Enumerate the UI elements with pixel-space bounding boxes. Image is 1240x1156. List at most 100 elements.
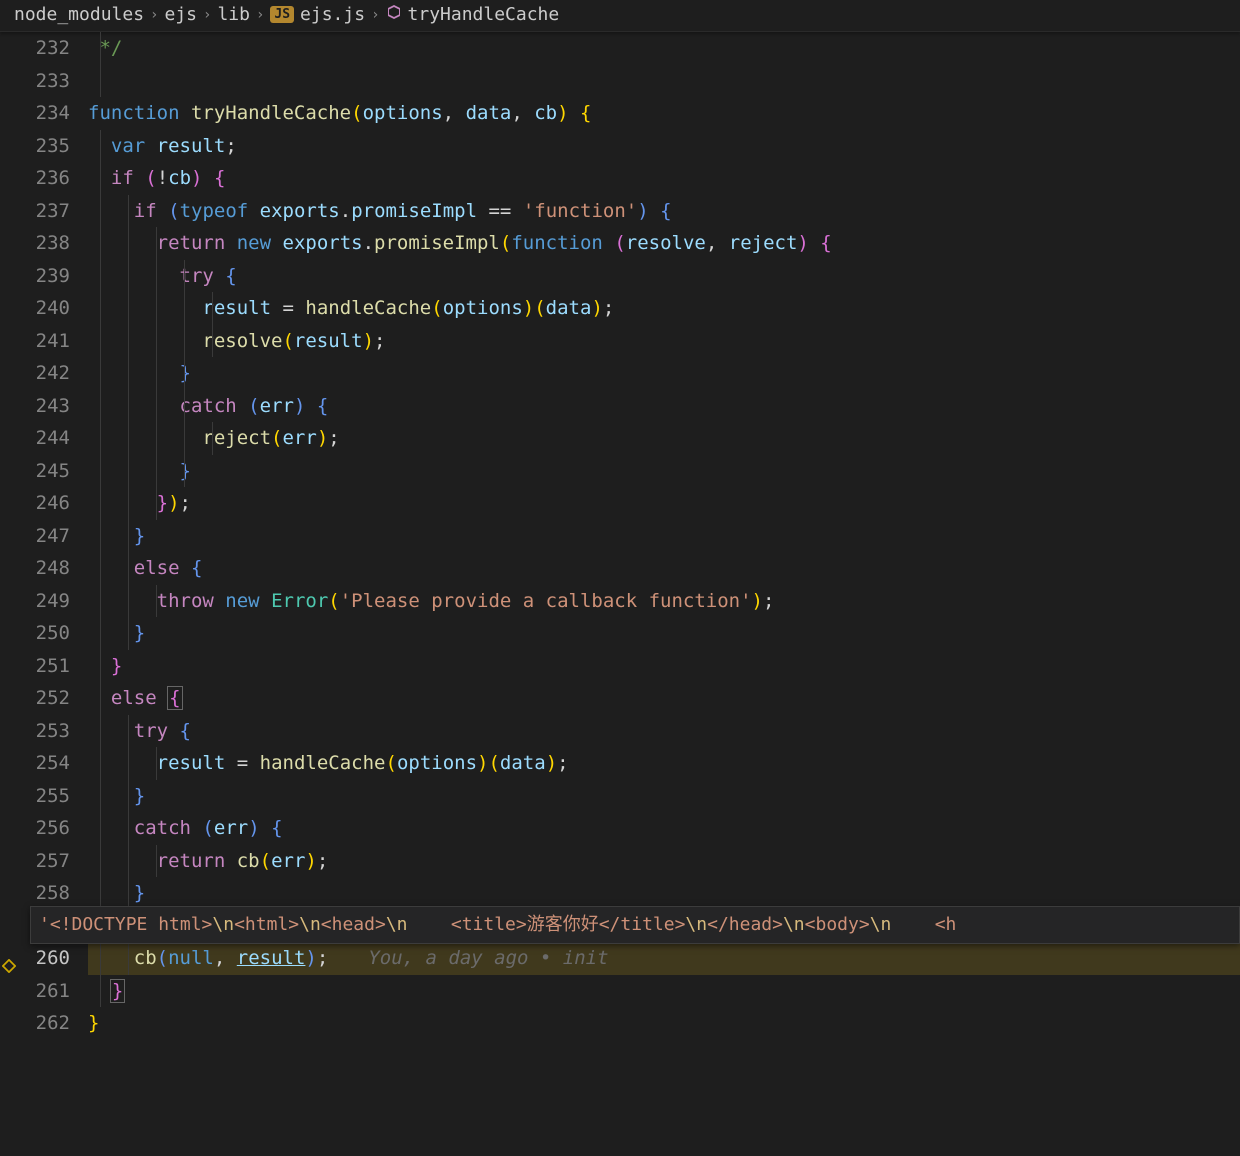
indent-guide: [100, 845, 101, 878]
line-number[interactable]: 239: [0, 260, 88, 293]
breadcrumb-part[interactable]: tryHandleCache: [408, 4, 560, 25]
code-line[interactable]: 238 return new exports.promiseImpl(funct…: [0, 227, 1240, 260]
line-number[interactable]: 236: [0, 162, 88, 195]
code-content[interactable]: });: [88, 487, 1240, 520]
code-line[interactable]: 234function tryHandleCache(options, data…: [0, 97, 1240, 130]
code-line[interactable]: 250 }: [0, 617, 1240, 650]
breadcrumb-part[interactable]: ejs: [164, 4, 197, 25]
breakpoint-icon[interactable]: [2, 951, 16, 965]
code-content[interactable]: else {: [88, 682, 1240, 715]
indent-guide: [100, 130, 101, 163]
line-number[interactable]: 253: [0, 715, 88, 748]
code-content[interactable]: result = handleCache(options)(data);: [88, 292, 1240, 325]
code-content[interactable]: }: [88, 617, 1240, 650]
line-number[interactable]: 240: [0, 292, 88, 325]
code-line[interactable]: 255 }: [0, 780, 1240, 813]
code-content[interactable]: try {: [88, 260, 1240, 293]
indent-guide: [156, 325, 157, 358]
code-line[interactable]: 233: [0, 65, 1240, 98]
code-content[interactable]: catch (err) {: [88, 812, 1240, 845]
line-number[interactable]: 234: [0, 97, 88, 130]
code-line[interactable]: 254 result = handleCache(options)(data);: [0, 747, 1240, 780]
code-line[interactable]: 251 }: [0, 650, 1240, 683]
code-editor[interactable]: 232 */233234function tryHandleCache(opti…: [0, 32, 1240, 1156]
code-content[interactable]: catch (err) {: [88, 390, 1240, 423]
code-line[interactable]: 260 cb(null, result);You, a day ago • in…: [0, 942, 1240, 975]
line-number[interactable]: 243: [0, 390, 88, 423]
code-content[interactable]: return cb(err);: [88, 845, 1240, 878]
code-content[interactable]: var result;: [88, 130, 1240, 163]
indent-guide: [184, 292, 185, 325]
code-line[interactable]: 237 if (typeof exports.promiseImpl == 'f…: [0, 195, 1240, 228]
line-number[interactable]: 257: [0, 845, 88, 878]
line-number[interactable]: 241: [0, 325, 88, 358]
code-line[interactable]: 232 */: [0, 32, 1240, 65]
code-line[interactable]: 240 result = handleCache(options)(data);: [0, 292, 1240, 325]
line-number[interactable]: 235: [0, 130, 88, 163]
code-line[interactable]: 248 else {: [0, 552, 1240, 585]
line-number[interactable]: 237: [0, 195, 88, 228]
code-content[interactable]: }: [88, 357, 1240, 390]
code-line[interactable]: 246 });: [0, 487, 1240, 520]
code-content[interactable]: try {: [88, 715, 1240, 748]
code-line[interactable]: 256 catch (err) {: [0, 812, 1240, 845]
code-content[interactable]: }: [88, 520, 1240, 553]
line-number[interactable]: 246: [0, 487, 88, 520]
line-number[interactable]: 254: [0, 747, 88, 780]
code-line[interactable]: 244 reject(err);: [0, 422, 1240, 455]
line-number[interactable]: 251: [0, 650, 88, 683]
line-number[interactable]: 238: [0, 227, 88, 260]
breadcrumb-part[interactable]: node_modules: [14, 4, 144, 25]
code-line[interactable]: 245 }: [0, 455, 1240, 488]
line-number[interactable]: 250: [0, 617, 88, 650]
code-line[interactable]: 253 try {: [0, 715, 1240, 748]
line-number[interactable]: 261: [0, 975, 88, 1008]
code-line[interactable]: 239 try {: [0, 260, 1240, 293]
code-content[interactable]: */: [88, 32, 1240, 65]
indent-guide: [100, 942, 101, 975]
code-line[interactable]: 261 }: [0, 975, 1240, 1008]
code-content[interactable]: if (typeof exports.promiseImpl == 'funct…: [88, 195, 1240, 228]
line-number[interactable]: 245: [0, 455, 88, 488]
code-content[interactable]: else {: [88, 552, 1240, 585]
line-number[interactable]: 256: [0, 812, 88, 845]
code-line[interactable]: 242 }: [0, 357, 1240, 390]
code-content[interactable]: resolve(result);: [88, 325, 1240, 358]
code-line[interactable]: 236 if (!cb) {: [0, 162, 1240, 195]
code-content[interactable]: }: [88, 975, 1240, 1008]
code-line[interactable]: 252 else {: [0, 682, 1240, 715]
line-number[interactable]: 248: [0, 552, 88, 585]
code-line[interactable]: 241 resolve(result);: [0, 325, 1240, 358]
code-content[interactable]: function tryHandleCache(options, data, c…: [88, 97, 1240, 130]
line-number[interactable]: 249: [0, 585, 88, 618]
code-content[interactable]: cb(null, result);You, a day ago • init: [88, 942, 1240, 975]
line-number[interactable]: 255: [0, 780, 88, 813]
code-content[interactable]: if (!cb) {: [88, 162, 1240, 195]
code-content[interactable]: }: [88, 455, 1240, 488]
code-content[interactable]: }: [88, 780, 1240, 813]
code-content[interactable]: return new exports.promiseImpl(function …: [88, 227, 1240, 260]
code-line[interactable]: 243 catch (err) {: [0, 390, 1240, 423]
line-number[interactable]: 233: [0, 65, 88, 98]
code-line[interactable]: 257 return cb(err);: [0, 845, 1240, 878]
code-content[interactable]: [88, 65, 1240, 98]
line-number[interactable]: 232: [0, 32, 88, 65]
code-line[interactable]: 235 var result;: [0, 130, 1240, 163]
code-content[interactable]: }: [88, 1007, 1240, 1040]
code-line[interactable]: 262}: [0, 1007, 1240, 1040]
line-number[interactable]: 252: [0, 682, 88, 715]
line-number[interactable]: 262: [0, 1007, 88, 1040]
breadcrumb-part[interactable]: ejs.js: [300, 4, 365, 25]
code-line[interactable]: 249 throw new Error('Please provide a ca…: [0, 585, 1240, 618]
code-content[interactable]: result = handleCache(options)(data);: [88, 747, 1240, 780]
code-content[interactable]: }: [88, 650, 1240, 683]
code-content[interactable]: throw new Error('Please provide a callba…: [88, 585, 1240, 618]
line-number[interactable]: 244: [0, 422, 88, 455]
line-number[interactable]: 247: [0, 520, 88, 553]
breadcrumb[interactable]: node_modules › ejs › lib › JS ejs.js › t…: [0, 0, 1240, 32]
line-number[interactable]: 242: [0, 357, 88, 390]
code-content[interactable]: reject(err);: [88, 422, 1240, 455]
breadcrumb-part[interactable]: lib: [217, 4, 250, 25]
code-line[interactable]: 247 }: [0, 520, 1240, 553]
indent-guide: [128, 552, 129, 585]
